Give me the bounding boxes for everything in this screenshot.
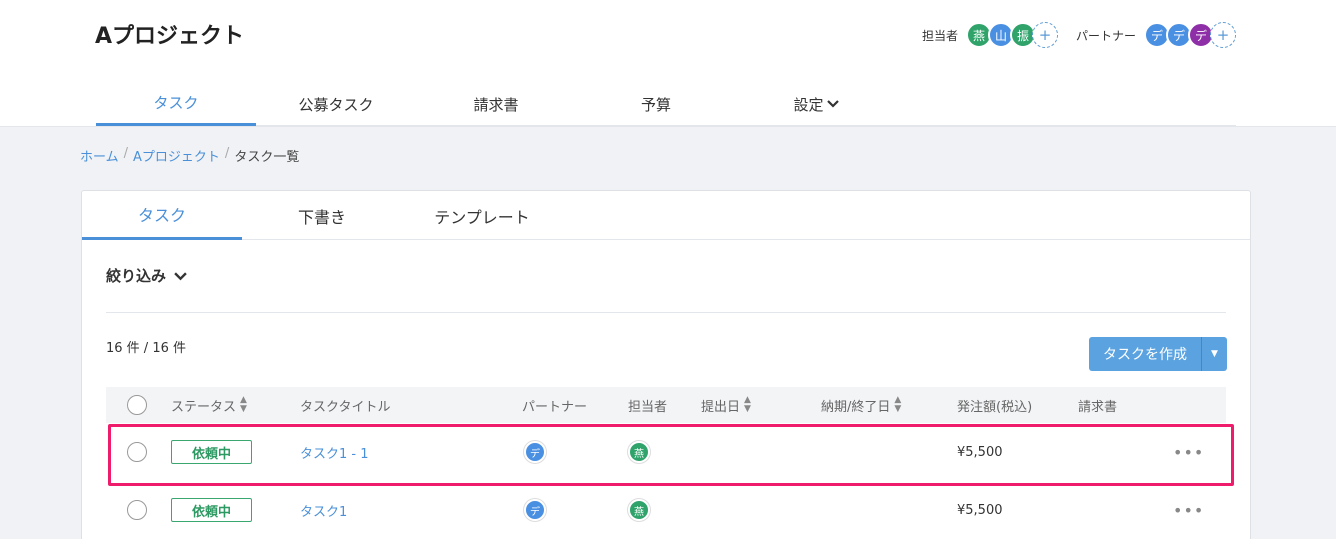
breadcrumb-home[interactable]: ホーム [80, 146, 119, 165]
tab-settings[interactable]: 設定 [736, 82, 896, 126]
task-title-link[interactable]: タスク1 [300, 501, 347, 520]
tab-label: 予算 [640, 95, 671, 114]
title-cell: タスク1 [300, 482, 347, 538]
tab-public-tasks[interactable]: 公募タスク [256, 82, 416, 126]
header-label: パートナー [522, 399, 588, 415]
header-title: タスクタイトル [300, 387, 390, 423]
tab-invoices[interactable]: 請求書 [416, 82, 576, 126]
tab-label: 公募タスク [298, 95, 374, 114]
add-assignee-button[interactable]: + [1031, 22, 1058, 48]
subtab-tasks[interactable]: タスク [82, 191, 242, 240]
assignee-cell: 燕 [628, 424, 650, 480]
header-assignee: 担当者 [628, 387, 667, 423]
tab-label: テンプレート [434, 207, 530, 227]
assignee-label: 担当者 [921, 28, 958, 43]
status-badge: 依頼中 [171, 440, 252, 464]
table-row[interactable]: 依頼中 タスク1 - 1 デ 燕 ¥5,500 ••• [106, 424, 1226, 480]
partner-avatars: デ デ デ + [1144, 22, 1236, 48]
create-task-button[interactable]: タスクを作成 [1089, 337, 1201, 371]
create-task-split-button: タスクを作成 ▼ [1089, 337, 1227, 371]
row-checkbox[interactable] [127, 500, 147, 520]
subtab-templates[interactable]: テンプレート [402, 191, 562, 240]
partner-cell: デ [524, 482, 546, 538]
title-cell: タスク1 - 1 [300, 424, 369, 480]
amount-value: ¥5,500 [957, 502, 1003, 518]
actions-cell: ••• [1173, 424, 1204, 480]
breadcrumb-current: タスク一覧 [234, 150, 300, 165]
header-deadline[interactable]: 納期/終了日 ▲ ▼ [821, 387, 901, 423]
status-badge: 依頼中 [171, 498, 252, 522]
tab-budget[interactable]: 予算 [576, 82, 736, 126]
breadcrumb-separator: / [123, 146, 129, 161]
tab-label: 下書き [297, 207, 346, 227]
partner-cell: デ [524, 424, 546, 480]
header-label: 納期/終了日 [821, 399, 891, 415]
row-checkbox[interactable] [127, 442, 147, 462]
amount-cell: ¥5,500 [957, 424, 1003, 480]
caret-down-icon: ▼ [1211, 349, 1218, 359]
assignee-avatar[interactable]: 燕 [628, 441, 650, 463]
actions-cell: ••• [1173, 482, 1204, 538]
project-members: 担当者 燕 山 振 + パートナー デ デ デ + [922, 22, 1236, 48]
app-header: Aプロジェクト 担当者 燕 山 振 + パートナー デ デ デ + タスク 公募… [0, 0, 1336, 127]
partner-avatar[interactable]: デ [524, 441, 546, 463]
select-all-checkbox[interactable] [127, 395, 147, 415]
tab-label: タスク [153, 94, 199, 112]
more-options-icon[interactable]: ••• [1173, 443, 1204, 462]
row-select-cell [127, 482, 147, 538]
header-label: 担当者 [628, 399, 668, 415]
header-label: タスクタイトル [300, 399, 391, 415]
amount-value: ¥5,500 [957, 444, 1003, 460]
header-submitted[interactable]: 提出日 ▲ ▼ [701, 387, 751, 423]
breadcrumb: ホーム / Aプロジェクト / タスク一覧 [80, 146, 299, 165]
result-count: 16 件 / 16 件 [106, 341, 186, 356]
header-label: 請求書 [1078, 399, 1118, 415]
task-list-card: タスク 下書き テンプレート 絞り込み 16 件 / 16 件 タスクを作成 ▼… [81, 190, 1251, 539]
project-title: Aプロジェクト [95, 24, 245, 49]
filter-label: 絞り込み [106, 267, 167, 285]
more-options-icon[interactable]: ••• [1173, 501, 1204, 520]
amount-cell: ¥5,500 [957, 482, 1003, 538]
task-title-link[interactable]: タスク1 - 1 [300, 443, 369, 462]
table-header: ステータス ▲ ▼ タスクタイトル パートナー 担当者 提出日 ▲ ▼ 納期/終了日 ▲ ▼… [106, 387, 1226, 423]
create-task-dropdown[interactable]: ▼ [1201, 337, 1227, 371]
header-amount: 発注額(税込) [957, 387, 1032, 423]
assignee-avatars: 燕 山 振 + [965, 22, 1058, 48]
tab-label: タスク [137, 206, 186, 225]
main-nav: タスク 公募タスク 請求書 予算 設定 [96, 82, 1236, 126]
sort-icon: ▲ ▼ [894, 395, 902, 414]
assignee-avatar[interactable]: 燕 [628, 499, 650, 521]
sort-icon: ▲ ▼ [744, 395, 751, 414]
status-cell: 依頼中 [171, 424, 252, 480]
table-row[interactable]: 依頼中 タスク1 デ 燕 ¥5,500 ••• [106, 482, 1226, 538]
chevron-down-icon [826, 100, 839, 108]
sort-icon: ▲ ▼ [240, 395, 247, 414]
chevron-down-icon [174, 272, 188, 281]
header-label: 提出日 [701, 399, 741, 415]
tab-label: 請求書 [473, 95, 519, 114]
breadcrumb-separator: / [224, 146, 230, 161]
tab-tasks[interactable]: タスク [96, 82, 256, 126]
breadcrumb-project[interactable]: Aプロジェクト [133, 146, 220, 165]
subtab-drafts[interactable]: 下書き [242, 191, 402, 240]
divider [106, 312, 1226, 313]
partner-avatar[interactable]: デ [524, 499, 546, 521]
filter-toggle[interactable]: 絞り込み [106, 265, 188, 286]
partner-label: パートナー [1075, 28, 1136, 43]
tab-label: 設定 [793, 95, 824, 114]
header-label: 発注額(税込) [957, 399, 1033, 415]
header-partner: パートナー [522, 387, 587, 423]
header-invoice: 請求書 [1078, 387, 1117, 423]
sub-tabs: タスク 下書き テンプレート [82, 191, 1250, 240]
status-cell: 依頼中 [171, 482, 252, 538]
row-select-cell [127, 424, 147, 480]
assignee-cell: 燕 [628, 482, 650, 538]
select-all-cell [127, 387, 147, 423]
add-partner-button[interactable]: + [1210, 22, 1236, 48]
header-label: ステータス [171, 399, 237, 415]
header-status[interactable]: ステータス ▲ ▼ [171, 387, 247, 423]
